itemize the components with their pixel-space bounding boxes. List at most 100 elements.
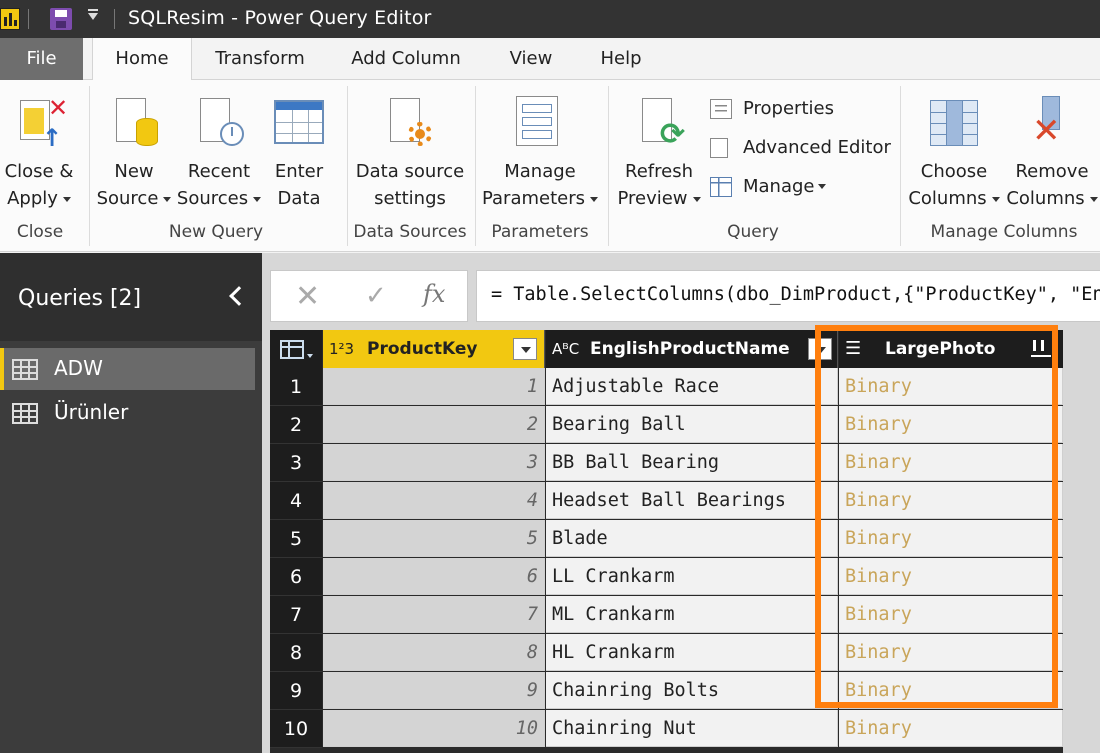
column-header-largephoto[interactable]: ☰ LargePhoto — [839, 330, 1063, 368]
table-cell-productkey[interactable]: 3 — [323, 444, 545, 481]
row-number[interactable]: 5 — [270, 520, 322, 558]
remove-columns-icon: ✕ — [1030, 96, 1074, 152]
binary-type-icon[interactable]: ☰ — [845, 330, 861, 368]
table-cell-productkey[interactable]: 10 — [323, 710, 545, 747]
table-cell-englishproductname[interactable]: LL Crankarm — [546, 558, 838, 595]
advanced-editor-button[interactable]: Advanced Editor — [710, 134, 900, 162]
query-item-urunler[interactable]: Ürünler — [0, 392, 255, 434]
queries-header: Queries [2] — [0, 253, 262, 341]
enter-data-button[interactable]: Enter Data — [266, 158, 332, 212]
tab-help[interactable]: Help — [590, 38, 652, 80]
query-item-adw[interactable]: ADW — [0, 348, 255, 390]
table-cell-largephoto[interactable]: Binary — [839, 558, 1063, 595]
table-cell-largephoto[interactable]: Binary — [839, 368, 1063, 405]
table-cell-englishproductname[interactable]: ML Crankarm — [546, 596, 838, 633]
table-cell-englishproductname[interactable]: Bearing Ball — [546, 406, 838, 443]
tab-file[interactable]: File — [0, 38, 83, 80]
row-number[interactable]: 9 — [270, 672, 322, 710]
close-apply-button[interactable]: Close & Apply — [0, 158, 78, 212]
chevron-down-icon — [692, 196, 701, 202]
row-number[interactable]: 6 — [270, 558, 322, 596]
chevron-down-icon — [590, 196, 599, 202]
table-cell-englishproductname[interactable]: HL Crankarm — [546, 634, 838, 671]
table-cell-largephoto[interactable]: Binary — [839, 482, 1063, 519]
new-source-button[interactable]: New Source — [96, 158, 172, 212]
cancel-icon[interactable]: ✕ — [295, 279, 320, 314]
filter-dropdown-icon[interactable] — [513, 338, 537, 360]
tab-add-column[interactable]: Add Column — [340, 38, 472, 80]
row-number[interactable]: 2 — [270, 406, 322, 444]
table-cell-productkey[interactable]: 6 — [323, 558, 545, 595]
choose-columns-button[interactable]: Choose Columns — [906, 158, 1002, 212]
row-number[interactable]: 8 — [270, 634, 322, 672]
row-number[interactable]: 3 — [270, 444, 322, 482]
table-cell-englishproductname[interactable]: Blade — [546, 520, 838, 557]
formula-bar[interactable]: = Table.SelectColumns(dbo_DimProduct,{"P… — [476, 270, 1100, 322]
table-cell-englishproductname[interactable]: Headset Ball Bearings — [546, 482, 838, 519]
row-number[interactable]: 1 — [270, 368, 322, 406]
properties-button[interactable]: Properties — [710, 95, 890, 123]
tab-transform[interactable]: Transform — [206, 38, 314, 80]
tab-view[interactable]: View — [500, 38, 562, 80]
table-cell-largephoto[interactable]: Binary — [839, 520, 1063, 557]
row-number[interactable]: 7 — [270, 596, 322, 634]
table-cell-largephoto[interactable]: Binary — [839, 406, 1063, 443]
manage-parameters-button[interactable]: Manage Parameters — [480, 158, 600, 212]
table-cell-largephoto[interactable]: Binary — [839, 710, 1063, 747]
data-source-settings-button[interactable]: Data source settings — [352, 158, 468, 212]
expand-binary-icon[interactable] — [1031, 338, 1055, 360]
data-grid: 1²3 ProductKey AᴮC EnglishProductName ☰ … — [270, 330, 1063, 753]
table-cell-englishproductname[interactable]: Chainring Nut — [546, 710, 838, 747]
table-cell-englishproductname[interactable]: Chainring Bolts — [546, 672, 838, 709]
table-cell-largephoto[interactable]: Binary — [839, 634, 1063, 671]
window-title: SQLResim - Power Query Editor — [128, 7, 432, 29]
chevron-down-icon — [991, 196, 1000, 202]
group-divider — [900, 86, 901, 246]
group-label-data-sources: Data Sources — [353, 222, 467, 242]
save-icon[interactable] — [50, 8, 72, 30]
quick-access-dropdown-icon[interactable] — [88, 9, 98, 20]
text-type-icon[interactable]: AᴮC — [552, 330, 579, 368]
table-icon — [12, 359, 38, 380]
table-icon — [710, 177, 732, 197]
filter-dropdown-icon[interactable] — [808, 338, 832, 360]
row-number[interactable]: 10 — [270, 710, 322, 748]
choose-columns-icon — [930, 100, 980, 148]
fx-icon[interactable]: fx — [423, 280, 445, 308]
close-apply-label-2: Apply — [7, 188, 58, 209]
advanced-editor-label: Advanced Editor — [743, 137, 891, 158]
refresh-preview-button[interactable]: Refresh Preview — [614, 158, 704, 212]
column-header-englishproductname[interactable]: AᴮC EnglishProductName — [546, 330, 838, 368]
manage-label: Manage — [743, 176, 815, 197]
manage-button[interactable]: Manage — [710, 173, 840, 201]
choose-columns-label-1: Choose — [920, 161, 988, 182]
table-menu-button[interactable] — [270, 330, 322, 368]
table-cell-productkey[interactable]: 1 — [323, 368, 545, 405]
table-cell-largephoto[interactable]: Binary — [839, 444, 1063, 481]
tab-home[interactable]: Home — [92, 38, 192, 81]
check-icon[interactable]: ✓ — [365, 281, 387, 311]
table-cell-productkey[interactable]: 7 — [323, 596, 545, 633]
table-cell-englishproductname[interactable]: Adjustable Race — [546, 368, 838, 405]
table-cell-largephoto[interactable]: Binary — [839, 596, 1063, 633]
row-number[interactable]: 4 — [270, 482, 322, 520]
column-header-label: EnglishProductName — [590, 339, 790, 359]
table-cell-productkey[interactable]: 5 — [323, 520, 545, 557]
table-cell-productkey[interactable]: 8 — [323, 634, 545, 671]
collapse-pane-icon[interactable] — [229, 286, 249, 306]
table-cell-productkey[interactable]: 4 — [323, 482, 545, 519]
table-cell-productkey[interactable]: 9 — [323, 672, 545, 709]
recent-sources-button[interactable]: Recent Sources — [176, 158, 262, 212]
remove-columns-button[interactable]: Remove Columns — [1004, 158, 1100, 212]
column-header-productkey[interactable]: 1²3 ProductKey — [323, 330, 545, 368]
number-type-icon[interactable]: 1²3 — [329, 330, 354, 368]
table-cell-productkey[interactable]: 2 — [323, 406, 545, 443]
table-cell-largephoto[interactable]: Binary — [839, 672, 1063, 709]
manage-parameters-icon — [516, 96, 560, 148]
manage-parameters-label-1: Manage — [504, 161, 576, 182]
table-cell-englishproductname[interactable]: BB Ball Bearing — [546, 444, 838, 481]
formula-text: = Table.SelectColumns(dbo_DimProduct,{"P… — [491, 284, 1100, 305]
enter-data-label-1: Enter — [274, 161, 324, 182]
group-label-close: Close — [16, 222, 64, 242]
remove-columns-label-2: Columns — [1006, 188, 1085, 209]
